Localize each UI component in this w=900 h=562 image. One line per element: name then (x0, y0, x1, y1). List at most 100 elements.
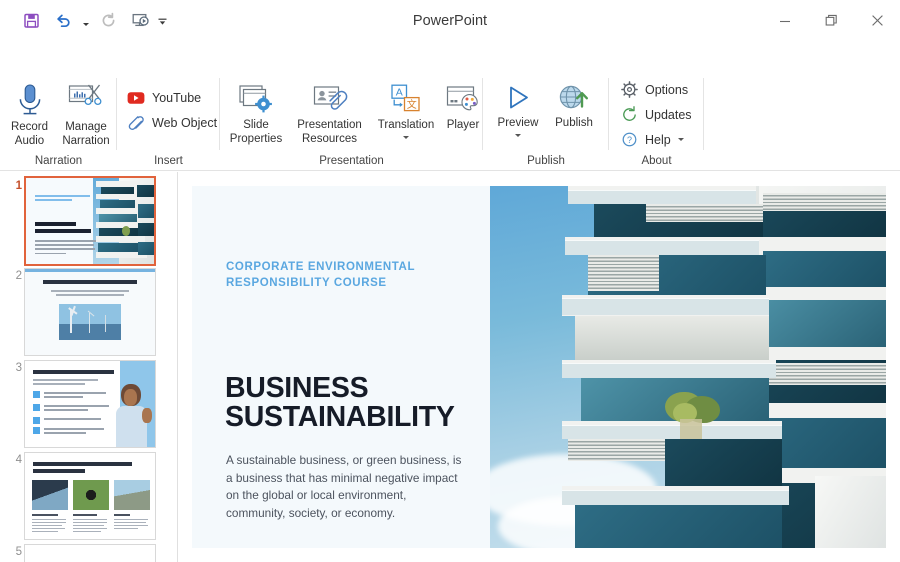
thumbnail-number: 4 (15, 454, 22, 466)
slide-kicker[interactable]: CORPORATE ENVIRONMENTAL RESPONSIBILITY C… (226, 260, 476, 291)
minimize-button[interactable] (762, 0, 808, 41)
present-icon (132, 13, 149, 27)
restore-button[interactable] (808, 0, 854, 41)
resources-clip-icon (313, 86, 347, 110)
web-object-label: Web Object (152, 115, 218, 130)
help-label: Help (645, 132, 671, 147)
translation-button[interactable]: A 文 Translation (372, 78, 440, 139)
gear-icon (621, 81, 638, 98)
slide-editing-stage: CORPORATE ENVIRONMENTAL RESPONSIBILITY C… (178, 172, 900, 562)
presentation-resources-button[interactable]: Presentation Resources (287, 78, 372, 146)
player-label: Player (446, 119, 480, 131)
player-palette-icon (446, 86, 478, 111)
undo-dropdown-button[interactable] (80, 7, 91, 35)
manage-narration-button[interactable]: Manage Narration (56, 78, 116, 148)
updates-label: Updates (645, 107, 692, 122)
chevron-down-icon (82, 22, 89, 26)
thumbnail-slide-preview (25, 269, 155, 355)
close-button[interactable] (854, 0, 900, 41)
thumb-image-2 (73, 480, 109, 510)
close-icon (871, 15, 883, 26)
youtube-label: YouTube (152, 90, 202, 105)
group-separator (703, 78, 704, 150)
preview-button[interactable]: Preview (489, 78, 547, 137)
minimize-icon (780, 20, 790, 22)
refresh-icon (623, 106, 636, 121)
ribbon-group-narration: Record Audio Manage Narration Narration (0, 72, 117, 171)
translation-icon: A 文 (391, 84, 420, 112)
thumbnail-frame[interactable] (24, 360, 156, 448)
record-audio-label: Record Audio (10, 121, 49, 147)
redo-icon (102, 12, 114, 27)
thumb-title-line2 (33, 469, 85, 473)
options-label: Options (645, 82, 689, 97)
undo-icon (56, 14, 70, 28)
thumb-image-1 (32, 480, 68, 510)
translation-dropdown-icon[interactable] (403, 135, 409, 139)
undo-button[interactable] (48, 7, 78, 35)
save-button[interactable] (16, 7, 46, 35)
quick-access-toolbar (0, 0, 168, 41)
help-dropdown-icon[interactable] (677, 138, 684, 141)
web-object-button[interactable]: Web Object (124, 111, 222, 134)
thumb-body (35, 240, 102, 257)
play-triangle-icon (510, 86, 528, 109)
thumbnail-slide-preview (25, 361, 155, 447)
slide-properties-button[interactable]: Slide Properties (226, 78, 286, 146)
globe-upload-icon (559, 85, 588, 109)
player-button[interactable]: Player (441, 78, 485, 133)
save-icon (23, 13, 39, 28)
thumb-kicker (35, 195, 99, 203)
slide-title[interactable]: BUSINESS SUSTAINABILITY (225, 374, 525, 432)
svg-text:A: A (396, 86, 403, 98)
preview-label: Preview (497, 117, 539, 129)
thumb-turbine-image (58, 304, 122, 340)
group-label-presentation: Presentation (319, 155, 384, 167)
thumb-title (33, 370, 114, 374)
start-presentation-button[interactable] (125, 7, 155, 35)
thumb-accent-bar (25, 269, 155, 272)
paperclip-icon (128, 115, 144, 130)
record-audio-button[interactable]: Record Audio (3, 78, 56, 148)
title-bar: PowerPoint (0, 0, 900, 41)
microphone-icon (19, 84, 40, 115)
thumbnail-number: 2 (15, 270, 22, 282)
slide-gear-icon (239, 85, 272, 113)
redo-button[interactable] (93, 7, 123, 35)
ribbon-group-presentation: Slide Properties Presentation Resources (220, 72, 483, 171)
thumbnail-number: 5 (15, 546, 22, 558)
youtube-icon (127, 91, 145, 104)
ribbon-group-publish: Preview Publish Publish (483, 72, 609, 171)
window-controls (762, 0, 900, 41)
ribbon-tab-strip: File Home Insert Design Transitions Anim… (0, 41, 900, 113)
balcony-tree (659, 392, 730, 440)
options-button[interactable]: Options (618, 78, 693, 101)
ribbon: Record Audio Manage Narration Narration … (0, 72, 900, 171)
group-label-publish: Publish (527, 155, 565, 167)
svg-text:?: ? (627, 135, 632, 145)
question-circle-icon: ? (622, 132, 637, 147)
overflow-chevron-icon (158, 18, 167, 25)
publish-button[interactable]: Publish (547, 78, 601, 131)
slide-thumbnail-panel[interactable]: 1 2 3 4 5 (0, 172, 177, 562)
youtube-button[interactable]: YouTube (124, 86, 206, 109)
help-button[interactable]: ? Help (618, 128, 689, 151)
customize-quick-access-button[interactable] (157, 7, 168, 35)
thumb-image-3 (114, 480, 150, 510)
slide-body-text[interactable]: A sustainable business, or green busines… (226, 452, 466, 522)
current-slide[interactable]: CORPORATE ENVIRONMENTAL RESPONSIBILITY C… (192, 186, 886, 548)
thumb-title (43, 280, 137, 284)
restore-icon (825, 14, 837, 26)
thumb-title (33, 462, 132, 466)
thumbnail-frame[interactable] (24, 176, 156, 266)
thumbnail-frame[interactable] (24, 268, 156, 356)
preview-dropdown-icon[interactable] (515, 133, 521, 137)
group-label-about: About (641, 155, 672, 167)
slide-image-building[interactable] (490, 186, 886, 548)
thumbnail-frame[interactable] (24, 452, 156, 540)
manage-narration-label: Manage Narration (62, 121, 110, 147)
thumbnail-frame[interactable] (24, 544, 156, 562)
presentation-resources-label: Presentation Resources (297, 119, 362, 145)
publish-label: Publish (555, 117, 593, 129)
updates-button[interactable]: Updates (618, 103, 697, 126)
